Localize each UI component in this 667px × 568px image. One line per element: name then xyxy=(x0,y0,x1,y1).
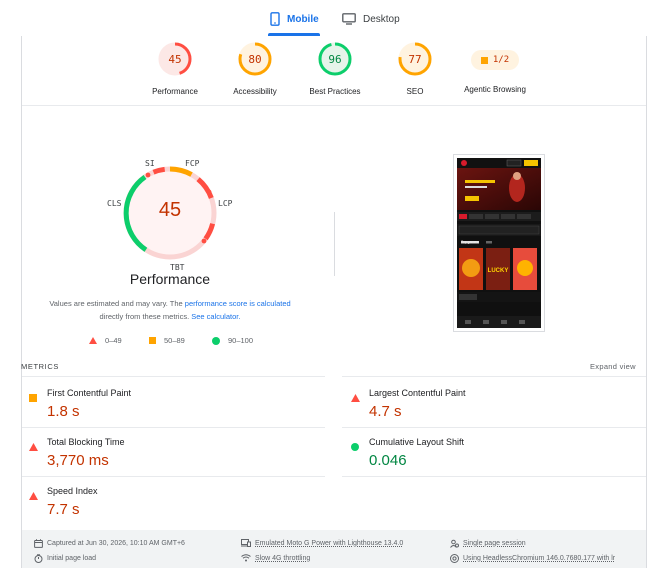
metric-value: 1.8 s xyxy=(47,403,80,420)
legend-pass-range: 90–100 xyxy=(228,336,254,345)
tab-mobile[interactable]: Mobile xyxy=(270,8,319,30)
see-calculator-link[interactable]: See calculator. xyxy=(191,312,240,321)
network-throttling[interactable]: Slow 4G throttling xyxy=(241,554,310,562)
gauge-score: 77 xyxy=(408,53,422,66)
screenshot-content: LUCKY Top games xyxy=(457,158,541,328)
average-square-icon xyxy=(29,389,37,407)
average-square-icon xyxy=(480,56,488,64)
session-text: Single page session xyxy=(463,540,526,547)
throttling-text: Slow 4G throttling xyxy=(255,554,311,562)
card-border-right xyxy=(646,36,647,568)
fcp-label: FCP xyxy=(185,159,200,168)
gauge-score: 45 xyxy=(168,53,182,66)
gauge-accessibility[interactable]: 80 Accessibility xyxy=(210,42,300,96)
divider xyxy=(342,427,646,428)
agentic-browsing-badge[interactable]: 1/2 xyxy=(471,50,519,70)
circle-icon xyxy=(212,336,220,345)
legend-fail-range: 0–49 xyxy=(105,336,122,345)
legend-average-range: 50–89 xyxy=(164,336,185,345)
emulated-text: Emulated Moto G Power with Lighthouse 13… xyxy=(255,539,404,547)
gauge-best-practices[interactable]: 96 Best Practices xyxy=(290,42,380,96)
gauge-score: 80 xyxy=(248,53,262,66)
legend-fail: 0–49 xyxy=(89,336,122,345)
emulated-device[interactable]: Emulated Moto G Power with Lighthouse 13… xyxy=(241,539,403,547)
initial-load-text: Initial page load xyxy=(47,555,97,562)
metrics-heading: METRICS xyxy=(21,362,59,371)
pass-circle-icon xyxy=(351,438,359,456)
card-border-left xyxy=(21,36,22,568)
captured-at: Captured at Jun 30, 2026, 10:10 AM GMT+6 xyxy=(34,539,185,548)
browser-version[interactable]: Using HeadlessChromium 146.0.7680.177 wi… xyxy=(450,554,615,563)
performance-title: Performance xyxy=(129,271,211,287)
fail-triangle-icon xyxy=(351,389,360,407)
gauge-label: Performance xyxy=(152,87,198,96)
performance-score: 45 xyxy=(158,199,182,221)
legend-pass: 90–100 xyxy=(212,336,253,345)
user-session-icon xyxy=(450,539,459,548)
metric-name: First Contentful Paint xyxy=(47,388,132,398)
metric-value: 4.7 s xyxy=(369,403,402,420)
top-games-text: Top games xyxy=(461,240,478,244)
tbt-marker xyxy=(201,238,207,244)
vertical-divider xyxy=(334,212,335,276)
divider xyxy=(342,476,646,477)
gauge-seo[interactable]: 77 SEO xyxy=(370,42,460,96)
metric-value: 0.046 xyxy=(369,452,407,469)
metric-value: 3,770 ms xyxy=(47,452,109,469)
desktop-icon xyxy=(342,13,356,25)
gauge-performance[interactable]: 45 Performance xyxy=(130,42,220,96)
lcp-label: LCP xyxy=(218,199,233,208)
timer-icon xyxy=(34,554,43,563)
gauge-score: 96 xyxy=(328,53,342,66)
fail-triangle-icon xyxy=(29,438,38,456)
si-label: SI xyxy=(145,159,155,168)
session-type[interactable]: Single page session xyxy=(450,539,526,548)
active-tab-indicator xyxy=(268,33,320,36)
divider xyxy=(22,476,325,477)
lcp-marker xyxy=(206,189,212,195)
initial-page-load: Initial page load xyxy=(34,554,96,563)
metric-name: Total Blocking Time xyxy=(47,437,125,447)
metric-value: 7.7 s xyxy=(47,501,80,518)
score-calculated-link[interactable]: performance score is calculated xyxy=(185,299,291,308)
chrome-icon xyxy=(450,554,459,563)
si-marker xyxy=(145,172,151,178)
smartphone-icon xyxy=(270,12,280,26)
wifi-icon xyxy=(241,554,251,562)
triangle-icon xyxy=(89,337,97,344)
device-tabs: Mobile Desktop xyxy=(0,0,667,36)
lucky-game-text: LUCKY xyxy=(488,268,509,274)
calendar-icon xyxy=(34,539,43,548)
agentic-browsing-label: Agentic Browsing xyxy=(464,85,526,94)
square-icon xyxy=(149,337,156,344)
performance-note: Values are estimated and may vary. The p… xyxy=(40,297,300,323)
metric-name: Cumulative Layout Shift xyxy=(369,437,465,447)
divider xyxy=(22,376,325,377)
metric-name: Speed Index xyxy=(47,486,98,496)
devices-icon xyxy=(241,539,251,547)
page-screenshot-thumbnail[interactable]: LUCKY Top games xyxy=(453,154,545,332)
cls-label: CLS xyxy=(107,199,122,208)
fail-triangle-icon xyxy=(29,487,38,505)
gauge-label: Best Practices xyxy=(309,87,361,96)
runtime-settings-footer: Captured at Jun 30, 2026, 10:10 AM GMT+6… xyxy=(22,530,646,568)
captured-text: Captured at Jun 30, 2026, 10:10 AM GMT+6 xyxy=(47,540,185,547)
divider xyxy=(22,427,325,428)
browser-text: Using HeadlessChromium 146.0.7680.177 wi… xyxy=(463,555,616,562)
screenshot-illustration: LUCKY Top games xyxy=(457,158,541,328)
legend-average: 50–89 xyxy=(149,336,185,345)
expand-view-button[interactable]: Expand view xyxy=(590,362,636,371)
divider xyxy=(342,376,646,377)
gauge-label: Accessibility xyxy=(233,87,277,96)
tab-desktop-label: Desktop xyxy=(363,13,400,25)
metric-name: Largest Contentful Paint xyxy=(369,388,466,398)
divider xyxy=(22,105,646,106)
agentic-value: 1/2 xyxy=(492,55,510,65)
tab-desktop[interactable]: Desktop xyxy=(342,8,400,30)
note-text-2: directly from these metrics. xyxy=(99,312,192,321)
si-arc xyxy=(152,166,166,175)
gauge-label: SEO xyxy=(406,87,424,96)
note-text-1: Values are estimated and may vary. The xyxy=(49,299,185,308)
tab-mobile-label: Mobile xyxy=(287,13,319,25)
